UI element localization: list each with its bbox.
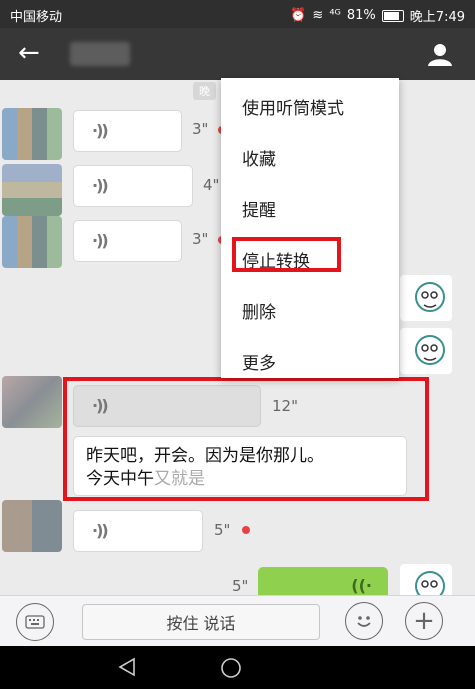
back-arrow-icon[interactable]: ← — [18, 40, 40, 66]
avatar[interactable] — [2, 376, 62, 428]
home-nav-icon[interactable] — [220, 657, 242, 679]
status-right: ⏰ ≋ ⁴ᴳ 81% 晚上7:49 — [290, 6, 465, 25]
voice-message-bubble[interactable]: ·)) — [73, 165, 193, 207]
voice-icon: ·)) — [92, 231, 109, 250]
menu-item-delete[interactable]: 删除 — [242, 298, 276, 323]
unread-dot — [242, 526, 250, 534]
back-nav-icon[interactable] — [117, 657, 137, 677]
cartoon-face-icon — [415, 282, 445, 312]
avatar[interactable] — [2, 500, 62, 552]
voice-duration: 5" — [214, 521, 231, 539]
keyboard-icon[interactable] — [16, 603, 54, 641]
sticker-avatar[interactable] — [400, 328, 452, 374]
input-bar: 按住 说话 + — [0, 595, 475, 646]
voice-icon: ·)) — [92, 121, 109, 140]
clock: 晚上7:49 — [409, 10, 465, 25]
cartoon-face-icon — [415, 571, 445, 595]
avatar[interactable] — [2, 164, 62, 216]
menu-item-earpiece-mode[interactable]: 使用听筒模式 — [242, 94, 344, 119]
contact-icon[interactable] — [427, 42, 453, 66]
sent-voice-bubble[interactable]: ((· — [258, 567, 388, 595]
carrier-label: 中国移动 — [10, 10, 63, 25]
menu-item-favorite[interactable]: 收藏 — [242, 145, 276, 170]
avatar[interactable] — [2, 216, 62, 268]
status-bar: 中国移动 ⏰ ≋ ⁴ᴳ 81% 晚上7:49 — [0, 0, 475, 28]
voice-message-bubble[interactable]: ·)) — [73, 220, 182, 262]
signal-icon: ⁴ᴳ — [329, 8, 341, 23]
voice-duration: 3" — [192, 120, 209, 138]
plus-icon[interactable]: + — [405, 602, 443, 640]
voice-icon: ((· — [351, 576, 372, 595]
avatar[interactable] — [2, 108, 62, 160]
hold-to-talk-button[interactable]: 按住 说话 — [82, 604, 320, 640]
voice-message-bubble[interactable]: ·)) — [73, 110, 182, 152]
voice-message-bubble[interactable]: ·)) — [73, 510, 203, 552]
voice-icon: ·)) — [92, 176, 109, 195]
menu-item-more[interactable]: 更多 — [242, 349, 276, 374]
emoji-icon[interactable] — [345, 602, 383, 640]
sticker-avatar[interactable] — [400, 564, 452, 595]
highlight-box-menu — [232, 237, 341, 272]
time-divider: 晚 — [193, 82, 216, 100]
battery-level: 81% — [346, 8, 376, 23]
voice-icon: ·)) — [92, 521, 109, 540]
system-nav-bar — [0, 646, 475, 689]
cartoon-face-icon — [415, 335, 445, 365]
voice-duration: 4" — [203, 176, 220, 194]
wifi-icon: ≋ — [312, 8, 324, 23]
voice-duration: 5" — [232, 577, 249, 595]
menu-item-remind[interactable]: 提醒 — [242, 196, 276, 221]
contact-name-blurred — [70, 42, 130, 66]
voice-duration: 3" — [192, 230, 209, 248]
alarm-icon: ⏰ — [290, 8, 307, 23]
context-menu: 使用听筒模式 收藏 提醒 停止转换 删除 更多 — [221, 78, 399, 378]
highlight-box-message — [63, 377, 429, 501]
sticker-avatar[interactable] — [400, 275, 452, 321]
title-bar: ← — [0, 28, 475, 80]
battery-icon — [381, 9, 404, 22]
